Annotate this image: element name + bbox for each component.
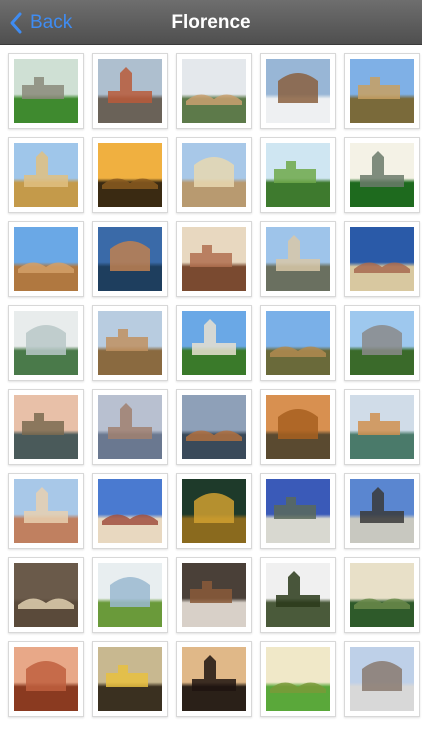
photo-thumbnail[interactable] (8, 641, 84, 717)
photo-image (266, 59, 330, 123)
photo-thumbnail[interactable] (344, 221, 420, 297)
photo-thumbnail[interactable] (344, 305, 420, 381)
photo-thumbnail[interactable] (344, 641, 420, 717)
photo-thumbnail[interactable] (92, 53, 168, 129)
photo-thumbnail[interactable] (260, 53, 336, 129)
photo-thumbnail[interactable] (344, 557, 420, 633)
photo-image (350, 311, 414, 375)
photo-thumbnail[interactable] (92, 641, 168, 717)
photo-image (182, 563, 246, 627)
photo-image (182, 395, 246, 459)
photo-thumbnail[interactable] (176, 557, 252, 633)
photo-thumbnail[interactable] (8, 221, 84, 297)
photo-thumbnail[interactable] (176, 389, 252, 465)
photo-image (14, 479, 78, 543)
photo-thumbnail[interactable] (260, 221, 336, 297)
photo-image (182, 311, 246, 375)
photo-image (14, 311, 78, 375)
photo-image (98, 227, 162, 291)
photo-thumbnail[interactable] (260, 305, 336, 381)
photo-image (98, 563, 162, 627)
navigation-bar: Back Florence (0, 0, 422, 45)
photo-thumbnail[interactable] (176, 473, 252, 549)
photo-thumbnail[interactable] (8, 557, 84, 633)
photo-image (350, 563, 414, 627)
photo-thumbnail[interactable] (92, 221, 168, 297)
photo-image (266, 395, 330, 459)
photo-thumbnail[interactable] (8, 389, 84, 465)
photo-image (98, 59, 162, 123)
photo-thumbnail[interactable] (260, 641, 336, 717)
photo-image (14, 143, 78, 207)
photo-thumbnail[interactable] (176, 641, 252, 717)
photo-image (350, 395, 414, 459)
photo-thumbnail[interactable] (176, 137, 252, 213)
photo-thumbnail[interactable] (92, 473, 168, 549)
photo-thumbnail[interactable] (344, 389, 420, 465)
photo-image (14, 563, 78, 627)
photo-thumbnail[interactable] (8, 137, 84, 213)
photo-image (14, 647, 78, 711)
photo-thumbnail[interactable] (92, 557, 168, 633)
photo-thumbnail[interactable] (260, 557, 336, 633)
photo-image (98, 395, 162, 459)
photo-image (350, 647, 414, 711)
photo-thumbnail[interactable] (260, 137, 336, 213)
photo-image (266, 227, 330, 291)
photo-thumbnail[interactable] (92, 137, 168, 213)
photo-image (266, 311, 330, 375)
photo-thumbnail[interactable] (92, 305, 168, 381)
photo-image (350, 59, 414, 123)
photo-image (350, 143, 414, 207)
photo-image (350, 227, 414, 291)
photo-image (98, 143, 162, 207)
photo-image (266, 563, 330, 627)
page-title: Florence (171, 12, 251, 33)
photo-image (182, 647, 246, 711)
photo-image (14, 395, 78, 459)
photo-thumbnail[interactable] (8, 305, 84, 381)
photo-thumbnail[interactable] (260, 473, 336, 549)
photo-thumbnail[interactable] (344, 473, 420, 549)
photo-thumbnail[interactable] (8, 53, 84, 129)
photo-image (266, 143, 330, 207)
photo-image (182, 143, 246, 207)
photo-grid (8, 53, 420, 717)
photo-image (182, 479, 246, 543)
photo-thumbnail[interactable] (8, 473, 84, 549)
photo-image (14, 59, 78, 123)
photo-thumbnail[interactable] (260, 389, 336, 465)
photo-image (98, 479, 162, 543)
photo-thumbnail[interactable] (344, 137, 420, 213)
photo-thumbnail[interactable] (92, 389, 168, 465)
photo-image (266, 479, 330, 543)
photo-image (182, 227, 246, 291)
photo-image (98, 647, 162, 711)
photo-image (182, 59, 246, 123)
photo-image (98, 311, 162, 375)
photo-image (14, 227, 78, 291)
photo-thumbnail[interactable] (176, 221, 252, 297)
photo-image (350, 479, 414, 543)
photo-thumbnail[interactable] (176, 53, 252, 129)
photo-thumbnail[interactable] (176, 305, 252, 381)
photo-thumbnail[interactable] (344, 53, 420, 129)
photo-image (266, 647, 330, 711)
